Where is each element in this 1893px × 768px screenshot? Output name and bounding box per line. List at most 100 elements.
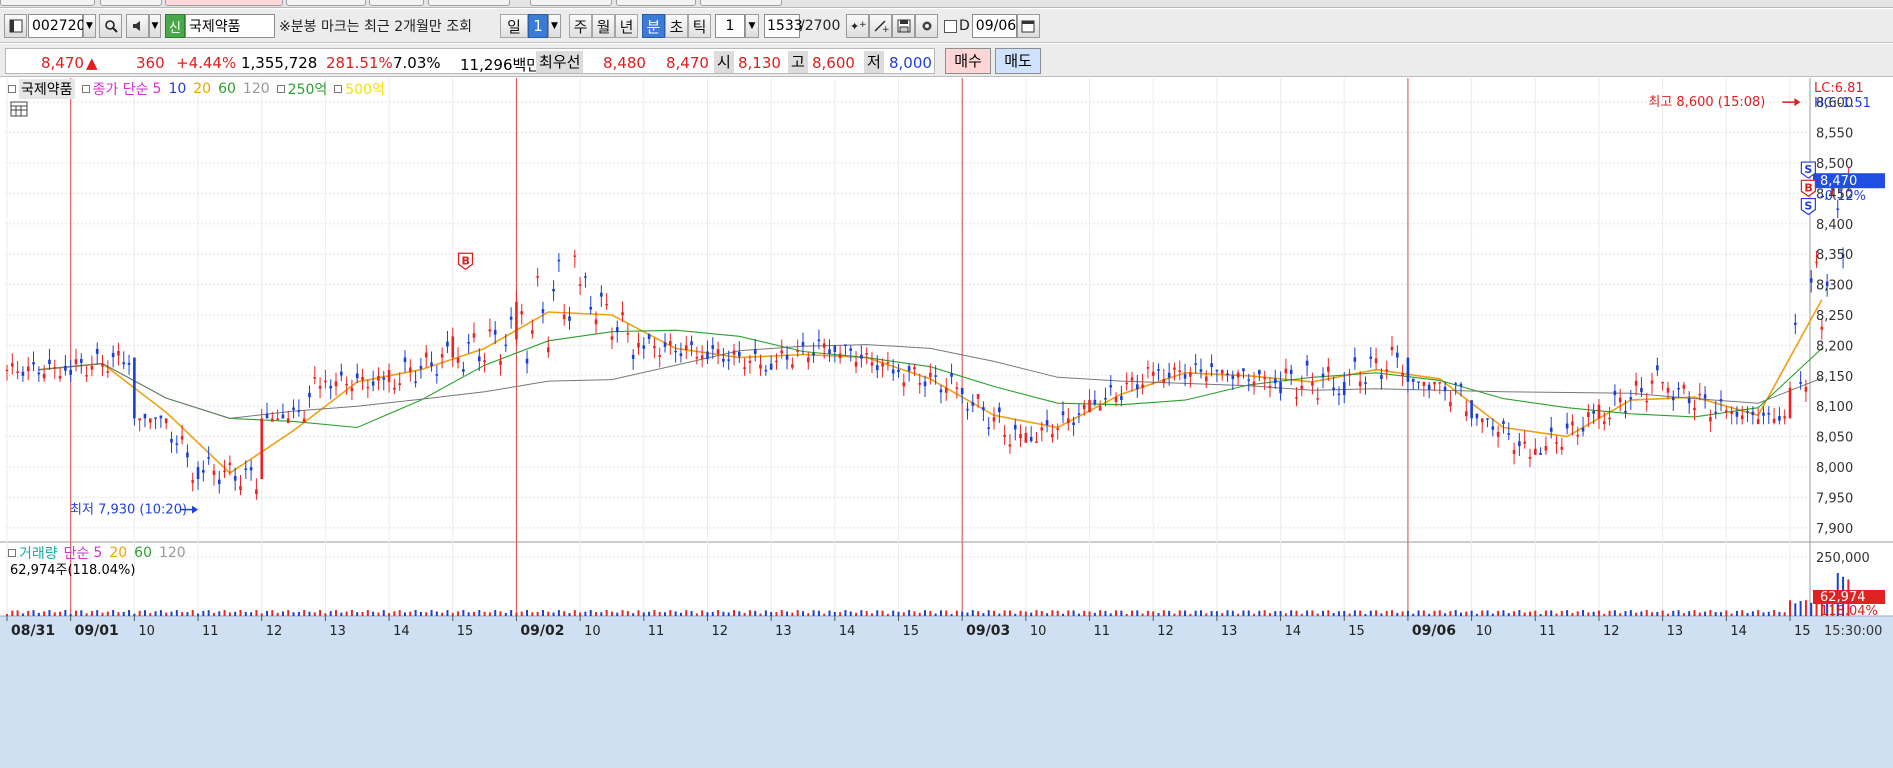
time-tick-label: 08/31 (11, 623, 55, 639)
price-tick-label: 8,400 (1816, 218, 1853, 233)
legend-ma-type[interactable]: 종가 단순 (93, 79, 149, 99)
date-checkbox-label: D (959, 18, 970, 34)
volume-legend-ma120[interactable]: 120 (159, 545, 186, 561)
hidden-tab[interactable] (616, 0, 696, 6)
legend-ma120[interactable]: 120 (243, 81, 270, 97)
sell-button[interactable]: 매도 (995, 48, 1041, 74)
legend-square-icon[interactable] (8, 549, 16, 557)
candle-body (297, 410, 301, 412)
legend-ma10[interactable]: 10 (168, 81, 186, 97)
candle-body (255, 489, 258, 495)
volume-bar (1046, 613, 1049, 616)
legend-square-icon[interactable] (81, 85, 90, 93)
volume-bar (419, 611, 422, 616)
stock-code-input[interactable]: 002720 (28, 14, 85, 38)
candle-body (626, 333, 630, 335)
time-tick-label: 15 (1348, 624, 1365, 639)
volume-bar (228, 612, 231, 616)
volume-bar (117, 612, 120, 616)
candle-body (1677, 387, 1680, 390)
speaker-icon[interactable] (126, 14, 149, 38)
zoom-out-icon[interactable]: + (869, 14, 892, 38)
price-change-pct: +4.44% (176, 54, 237, 72)
legend-ma20[interactable]: 20 (193, 81, 211, 97)
hidden-tab[interactable] (700, 0, 782, 6)
volume-bar (536, 611, 539, 616)
candle-body (615, 327, 619, 333)
legend-ma250[interactable]: 250억 (288, 79, 328, 99)
grid-toggle-icon[interactable] (10, 101, 28, 121)
volume-bar (425, 612, 428, 616)
period-day-count[interactable]: 1 (528, 14, 548, 38)
speaker-dropdown-button[interactable]: ▼ (149, 14, 161, 38)
calendar-icon[interactable] (1016, 14, 1040, 38)
volume-bar (526, 610, 529, 616)
code-dropdown-button[interactable]: ▼ (83, 14, 96, 38)
legend-stock-name[interactable]: 국제약품 (19, 79, 75, 99)
legend-ma5[interactable]: 5 (153, 81, 162, 97)
buy-button[interactable]: 매수 (945, 48, 991, 74)
candle-body (1528, 456, 1532, 459)
candle-body (1417, 381, 1420, 383)
candle-body (1369, 356, 1373, 359)
candle-body (1634, 380, 1638, 386)
period-second-button[interactable]: 초 (665, 14, 688, 38)
legend-square-icon[interactable] (276, 85, 285, 93)
hidden-tab[interactable] (286, 0, 366, 6)
candle-body (1491, 426, 1495, 430)
candle-body (1332, 387, 1335, 391)
interval-input[interactable]: 1 (715, 14, 745, 38)
candle-body (658, 355, 662, 357)
period-year-button[interactable]: 년 (615, 14, 638, 38)
hidden-tab[interactable] (530, 0, 612, 6)
hidden-tab[interactable] (428, 0, 510, 6)
volume-bar (1306, 610, 1309, 616)
legend-square-icon[interactable] (8, 85, 16, 93)
volume-bar (754, 610, 757, 616)
volume-bar (669, 610, 672, 616)
period-month-button[interactable]: 월 (592, 14, 615, 38)
date-input[interactable]: 09/06 (971, 14, 1017, 38)
settings-gear-icon[interactable] (915, 14, 938, 38)
zoom-in-icon[interactable]: ✦ + (846, 14, 869, 38)
legend-ma60[interactable]: 60 (218, 81, 236, 97)
legend-square-icon[interactable] (334, 85, 343, 93)
day-count-dropdown[interactable]: ▼ (548, 14, 561, 38)
hidden-tab-active[interactable] (165, 0, 283, 6)
price-change: 360 (136, 54, 165, 72)
price-tick-label: 8,350 (1816, 248, 1853, 263)
volume-bar (85, 613, 88, 616)
candle-body (1252, 381, 1256, 386)
search-icon[interactable] (99, 14, 122, 38)
save-icon[interactable] (892, 14, 915, 38)
current-price-tag-label: 8,470 (1820, 174, 1857, 189)
legend-ma500[interactable]: 500억 (345, 79, 385, 99)
candle-body (1465, 411, 1468, 417)
bar-count-input[interactable]: 1533 (764, 14, 803, 38)
volume-bar (855, 612, 858, 616)
hidden-tab[interactable] (369, 0, 424, 6)
period-tick-button[interactable]: 틱 (688, 14, 711, 38)
date-checkbox[interactable] (944, 19, 957, 33)
candle-body (1077, 413, 1081, 415)
volume-bar (1778, 611, 1781, 616)
candle-body (1523, 441, 1526, 444)
candle-body (318, 386, 322, 389)
hidden-tab[interactable] (0, 0, 95, 6)
volume-bar (197, 613, 200, 616)
candle-body (992, 417, 996, 422)
time-tick-label: 10 (1030, 624, 1047, 639)
volume-bar (64, 610, 67, 616)
period-day-button[interactable]: 일 (500, 14, 528, 38)
price-volume-chart[interactable]: 7,900 7,950 8,000 8,050 8,100 8,150 8,200 8,250… (0, 78, 1893, 768)
volume-bar (1746, 612, 1749, 616)
volume-bar (1730, 613, 1733, 616)
candle-body (637, 342, 640, 348)
interval-dropdown[interactable]: ▼ (745, 14, 759, 38)
window-icon[interactable] (4, 14, 27, 38)
hidden-tab[interactable] (100, 0, 162, 6)
period-minute-button[interactable]: 분 (642, 14, 665, 38)
period-week-button[interactable]: 주 (569, 14, 592, 38)
stock-name-field[interactable]: 국제약품 (185, 14, 275, 38)
candle-body (1003, 434, 1006, 437)
